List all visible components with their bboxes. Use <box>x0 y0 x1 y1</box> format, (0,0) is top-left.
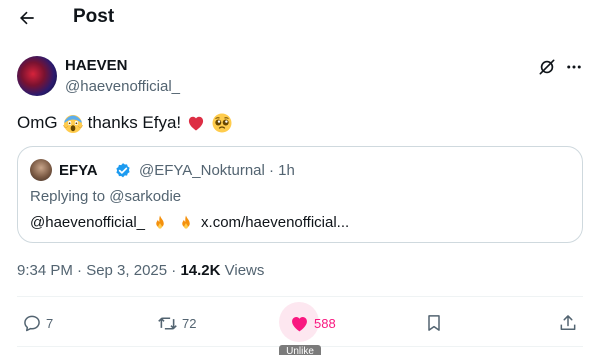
more-options-button[interactable] <box>563 56 585 78</box>
bookmark-button[interactable] <box>424 312 444 334</box>
quoted-author-name[interactable]: EFYA <box>59 162 98 180</box>
share-icon <box>560 315 576 330</box>
divider-top <box>17 296 583 297</box>
repost-button[interactable]: 72 <box>157 312 196 334</box>
repost-count: 72 <box>182 315 197 331</box>
bookmark-icon <box>428 315 440 331</box>
like-count: 588 <box>314 315 336 331</box>
quoted-post-card[interactable]: EFYA @EFYA_Nokturnal · 1h Replying to @s… <box>17 146 583 243</box>
post-timestamp[interactable]: 9:34 PM · Sep 3, 2025 · <box>17 262 180 279</box>
post-text-part-1: OmG <box>17 113 58 132</box>
repost-icon <box>158 316 177 330</box>
heart-filled-icon <box>292 316 307 331</box>
quoted-post-text: @haevenofficial_ x.com/haevenofficial... <box>30 212 349 234</box>
quoted-link[interactable]: x.com/haevenofficial... <box>201 213 349 233</box>
post-meta: 9:34 PM · Sep 3, 2025 · 14.2K Views <box>17 262 264 280</box>
like-tooltip: Unlike <box>279 345 321 355</box>
back-button[interactable] <box>14 5 40 31</box>
reply-count: 7 <box>46 315 54 331</box>
top-bar: Post <box>0 0 600 36</box>
more-dots-icon <box>567 65 581 69</box>
pleading-face-emoji-icon <box>211 112 233 134</box>
quoted-mention[interactable]: @haevenofficial_ <box>30 213 145 233</box>
verified-badge-icon <box>116 163 130 178</box>
views-count: 14.2K <box>180 262 221 279</box>
grok-button[interactable] <box>536 56 558 78</box>
share-button[interactable] <box>558 312 578 334</box>
scream-emoji-icon <box>62 112 84 134</box>
page-title: Post <box>73 6 115 27</box>
replying-to-text: Replying to @sarkodie <box>30 188 182 205</box>
grok-icon <box>539 59 555 75</box>
reply-button[interactable]: 7 <box>22 312 53 334</box>
reply-icon <box>24 315 40 332</box>
like-button[interactable]: 588 <box>289 312 336 334</box>
author-display-name[interactable]: HAEVEN <box>65 57 128 75</box>
post-text-part-2: thanks Efya! <box>87 113 182 132</box>
views-label: Views <box>220 262 265 279</box>
post-text: OmG thanks Efya! <box>17 112 233 134</box>
author-avatar[interactable] <box>17 56 57 96</box>
action-bar: 7 72 588 <box>0 300 600 346</box>
author-handle[interactable]: @haevenofficial_ <box>65 78 180 96</box>
red-heart-emoji-icon <box>185 112 207 134</box>
quoted-author-avatar[interactable] <box>30 159 52 181</box>
fire-emoji-icon <box>149 212 171 234</box>
fire-emoji-icon <box>175 212 197 234</box>
arrow-left-icon <box>20 11 34 25</box>
quoted-author-handle-time[interactable]: @EFYA_Nokturnal · 1h <box>139 162 295 180</box>
